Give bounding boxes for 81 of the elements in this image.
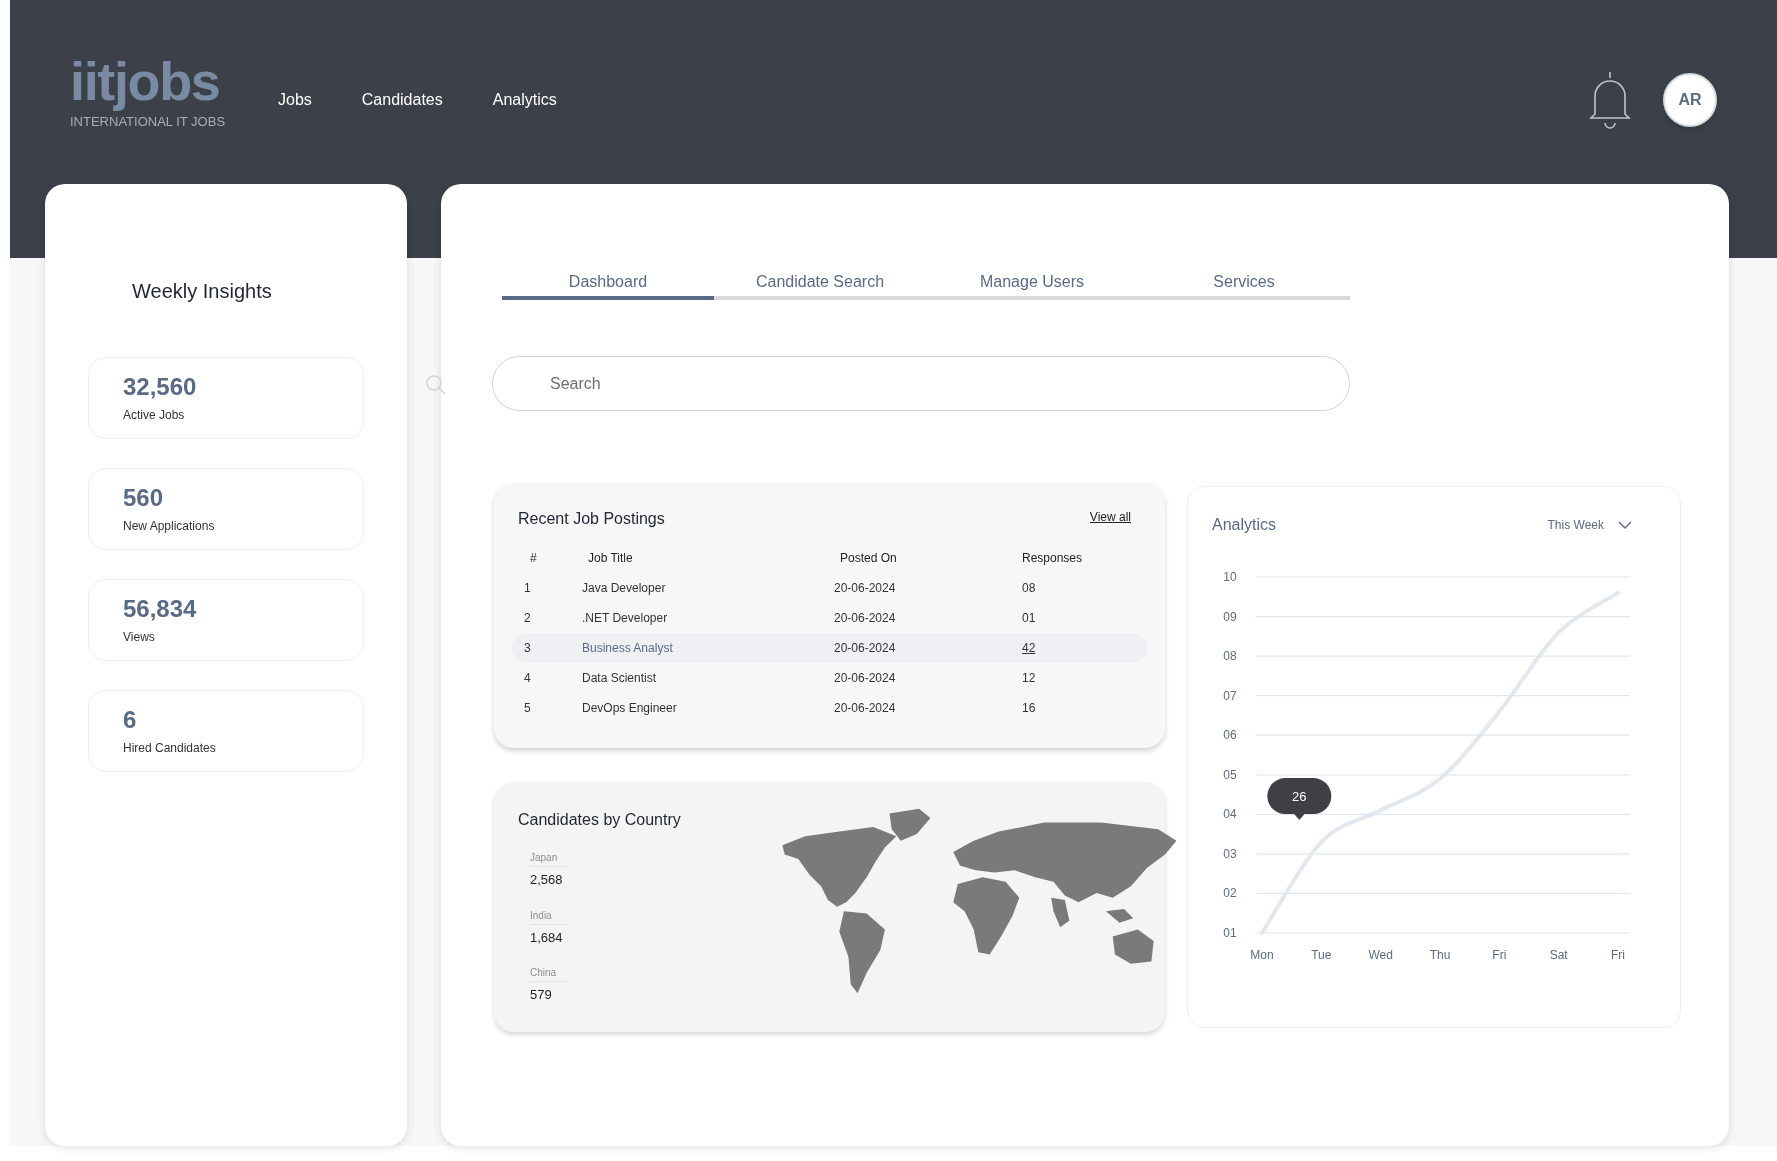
tab[interactable]: Manage Users <box>926 268 1138 300</box>
nav-link[interactable]: Analytics <box>492 88 557 112</box>
country-name: China <box>530 965 570 982</box>
period-dropdown[interactable]: This Week <box>1547 516 1632 534</box>
table-cell-text: 12 <box>1021 670 1037 687</box>
view-all-link[interactable]: View all <box>1089 508 1131 526</box>
x-tick-label: Tue <box>1311 948 1332 962</box>
stat-label: Active Jobs <box>123 407 186 424</box>
stat-label: New Applications <box>123 518 216 535</box>
y-tick-label: 09 <box>1223 609 1237 624</box>
x-tick-label: Fri <box>1611 948 1625 962</box>
y-tick-label: 01 <box>1223 926 1237 940</box>
column-header: # <box>530 550 538 567</box>
country-count: 1,684 <box>530 928 564 947</box>
stat-value: 560 <box>123 483 165 513</box>
card-title: Recent Job Postings <box>518 509 665 529</box>
column-header: Job Title <box>588 550 634 567</box>
stat-label: Views <box>123 629 156 646</box>
stat-value: 6 <box>123 705 138 735</box>
table-row[interactable]: 5 DevOps Engineer 20-06-2024 16 <box>512 693 1147 723</box>
table-cell-text: 2 <box>524 610 532 627</box>
y-tick-label: 08 <box>1223 649 1237 664</box>
panel-title: Weekly Insights <box>131 279 273 304</box>
table-cell-text: 1 <box>524 580 532 597</box>
y-tick-label: 05 <box>1223 767 1237 782</box>
table-cell-text: .NET Developer <box>582 610 669 627</box>
x-tick-label: Wed <box>1368 948 1393 962</box>
search-field[interactable]: Search <box>492 356 1350 411</box>
x-tick-label: Fri <box>1492 948 1507 962</box>
table-row[interactable]: 4 Data Scientist 20-06-2024 12 <box>512 663 1147 693</box>
nav-link[interactable]: Jobs <box>278 88 312 112</box>
tab[interactable]: Candidate Search <box>714 268 926 300</box>
y-tick-label: 10 <box>1223 570 1237 584</box>
table-row[interactable]: 3 Business Analyst 20-06-2024 42 <box>512 633 1147 663</box>
table-cell-text: 20-06-2024 <box>834 610 897 627</box>
table-cell-text: DevOps Engineer <box>582 700 678 717</box>
value-tooltip: 26 <box>1267 778 1332 820</box>
table-cell-text: 3 <box>524 640 532 657</box>
table-cell-text: 20-06-2024 <box>834 580 897 597</box>
table-row[interactable]: 2 .NET Developer 20-06-2024 01 <box>512 603 1147 633</box>
column-header: Responses <box>1022 550 1084 567</box>
stat-value: 32,560 <box>123 372 198 402</box>
country-count: 2,568 <box>530 871 564 889</box>
table-cell-text: Data Scientist <box>582 670 658 687</box>
card-title: Analytics <box>1212 515 1277 535</box>
y-tick-label: 06 <box>1223 728 1237 743</box>
table-cell-text: 4 <box>524 670 532 687</box>
table-cell-text: 20-06-2024 <box>834 640 897 657</box>
y-tick-label: 04 <box>1223 807 1237 822</box>
country-name: India <box>530 907 570 925</box>
column-header: Posted On <box>840 550 898 567</box>
notification-bell-icon[interactable] <box>1587 70 1633 130</box>
country-name: Japan <box>530 850 570 867</box>
stat-value: 56,834 <box>123 594 198 624</box>
x-tick-label: Mon <box>1250 948 1274 962</box>
table-cell-text: 20-06-2024 <box>834 670 897 687</box>
y-tick-label: 03 <box>1223 846 1237 861</box>
x-tick-label: Sat <box>1549 948 1568 962</box>
y-tick-label: 02 <box>1223 886 1237 901</box>
table-cell-text: Java Developer <box>582 580 667 597</box>
logo-tagline: INTERNATIONAL IT JOBS <box>70 113 227 131</box>
y-tick-label: 07 <box>1223 688 1237 703</box>
table-cell-text: 42 <box>1021 640 1037 657</box>
table-cell-text: 16 <box>1021 700 1037 717</box>
annotation: 26 <box>1292 789 1307 805</box>
table-cell-text: 5 <box>524 700 532 717</box>
country-count: 579 <box>530 986 553 1004</box>
tab[interactable]: Services <box>1138 268 1350 300</box>
table-cell-text: 20-06-2024 <box>834 700 897 717</box>
table-cell-text: Business Analyst <box>582 640 674 657</box>
logo: iitjobs <box>70 52 221 110</box>
table-cell-text: 01 <box>1021 610 1037 627</box>
nav-link[interactable]: Candidates <box>361 88 443 112</box>
x-tick-label: Thu <box>1429 948 1451 962</box>
tab[interactable]: Dashboard <box>502 268 714 300</box>
card-title: Candidates by Country <box>518 810 682 830</box>
table-cell-text: 08 <box>1021 580 1037 597</box>
table-row[interactable]: 1 Java Developer 20-06-2024 08 <box>512 573 1147 603</box>
search-icon <box>425 374 447 396</box>
stat-label: Hired Candidates <box>123 740 217 757</box>
chevron-down-icon <box>1618 521 1632 529</box>
